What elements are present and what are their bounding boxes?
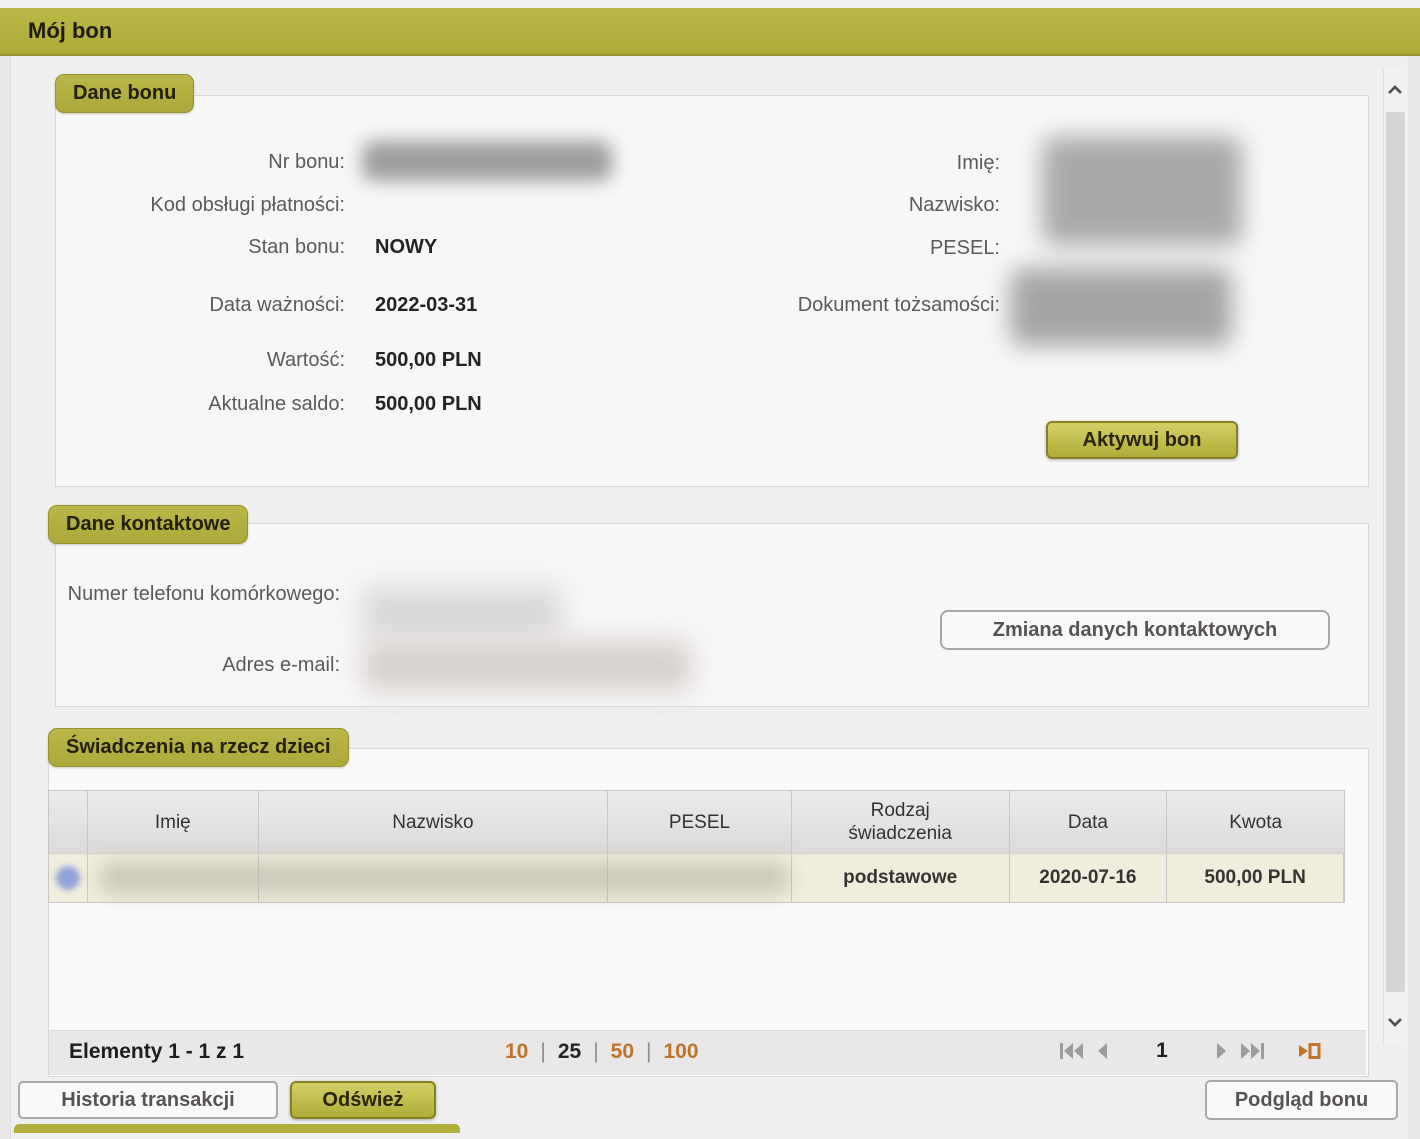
dane-bonu-legend: Dane bonu	[55, 74, 195, 113]
telefon-label: Numer telefonu komórkowego:	[67, 583, 340, 605]
table-header-nazwisko[interactable]: Nazwisko	[259, 791, 609, 853]
row-data-cell: 2020-07-16	[1010, 854, 1168, 902]
zmiana-danych-kontaktowych-button[interactable]: Zmiana danych kontaktowych	[940, 610, 1330, 650]
pesel-label: PESEL:	[929, 236, 1000, 259]
redacted-email	[362, 640, 692, 692]
page-size-separator: |	[593, 1040, 599, 1063]
nr-bonu-label: Nr bonu:	[268, 150, 345, 173]
email-label: Adres e-mail:	[222, 654, 340, 676]
first-page-icon[interactable]	[1057, 1038, 1087, 1064]
page-titlebar: Mój bon	[0, 8, 1420, 56]
page-size-25-active[interactable]: 25	[558, 1040, 581, 1064]
table-header-kwota[interactable]: Kwota	[1167, 791, 1344, 853]
data-waznosci-label: Data ważności:	[209, 293, 345, 316]
field-row-nazwisko: Nazwisko:	[640, 190, 1000, 220]
field-row-aktualne-saldo: Aktualne saldo: 500,00 PLN	[55, 389, 482, 419]
row-details-cell	[49, 854, 88, 902]
table-header-data[interactable]: Data	[1010, 791, 1168, 853]
page-size-separator: |	[646, 1040, 652, 1063]
dane-kontaktowe-legend-label: Dane kontaktowe	[66, 513, 231, 535]
page-size-separator: |	[540, 1040, 546, 1063]
data-waznosci-value: 2022-03-31	[375, 293, 478, 316]
swiadczenia-legend: Świadczenia na rzecz dzieci	[48, 728, 349, 767]
field-row-pesel: PESEL:	[640, 233, 1000, 263]
row-magnifier-icon[interactable]	[55, 866, 80, 890]
nazwisko-label: Nazwisko:	[908, 193, 1000, 216]
table-row[interactable]: podstawowe 2020-07-16 500,00 PLN	[49, 853, 1344, 902]
table-header-imie[interactable]: Imię	[88, 791, 259, 853]
top-strip	[0, 0, 1420, 8]
scrollbar-up-icon[interactable]	[1384, 70, 1406, 110]
pagination-bar: Elementy 1 - 1 z 1 10 | 25 | 50 | 100 1	[49, 1030, 1366, 1075]
wartosc-label: Wartość:	[266, 348, 345, 371]
swiadczenia-table: Imię Nazwisko PESEL Rodzaj świadczenia D…	[48, 790, 1345, 903]
field-row-kod-platnosci: Kod obsługi płatności:	[55, 190, 375, 220]
field-row-data-waznosci: Data ważności: 2022-03-31	[55, 290, 477, 320]
historia-transakcji-button[interactable]: Historia transakcji	[18, 1081, 278, 1119]
redacted-nr-bonu	[362, 141, 612, 181]
stan-bonu-label: Stan bonu:	[248, 235, 345, 258]
page-title: Mój bon	[28, 18, 113, 43]
aktualne-saldo-value: 500,00 PLN	[375, 392, 482, 415]
current-page-number: 1	[1156, 1039, 1168, 1062]
odswiez-button[interactable]: Odśwież	[290, 1081, 436, 1119]
kod-platnosci-label: Kod obsługi płatności:	[150, 193, 345, 216]
aktywuj-bon-button[interactable]: Aktywuj bon	[1046, 421, 1238, 459]
field-row-imie: Imię:	[640, 148, 1000, 178]
last-page-icon[interactable]	[1237, 1038, 1267, 1064]
scrollbar-down-icon[interactable]	[1384, 1002, 1406, 1042]
previous-page-icon[interactable]	[1087, 1038, 1117, 1064]
redacted-imie-nazwisko-pesel	[1042, 137, 1242, 245]
redacted-dokument	[1010, 268, 1232, 346]
scrollbar-thumb[interactable]	[1386, 112, 1405, 992]
go-to-page-icon[interactable]	[1295, 1038, 1325, 1064]
table-header-icon-col	[49, 791, 88, 853]
pagination-summary: Elementy 1 - 1 z 1	[69, 1040, 245, 1063]
row-rodzaj-cell: podstawowe	[792, 854, 1010, 902]
page-size-selector: 10 | 25 | 50 | 100	[505, 1040, 699, 1064]
field-row-dokument: Dokument tożsamości:	[640, 290, 1000, 320]
dane-kontaktowe-legend: Dane kontaktowe	[48, 505, 249, 544]
swiadczenia-legend-label: Świadczenia na rzecz dzieci	[66, 736, 331, 758]
next-page-icon[interactable]	[1207, 1038, 1237, 1064]
aktualne-saldo-label: Aktualne saldo:	[208, 392, 345, 415]
stan-bonu-value: NOWY	[375, 235, 438, 258]
page-size-10[interactable]: 10	[505, 1040, 528, 1064]
field-row-nr-bonu: Nr bonu:	[55, 147, 375, 177]
pagination-nav: 1	[1057, 1038, 1325, 1064]
field-row-stan-bonu: Stan bonu: NOWY	[55, 232, 437, 262]
redacted-telefon	[362, 586, 562, 638]
page-size-100[interactable]: 100	[663, 1040, 698, 1064]
field-row-wartosc: Wartość: 500,00 PLN	[55, 345, 482, 375]
dane-bonu-legend-label: Dane bonu	[73, 82, 177, 104]
table-header-pesel[interactable]: PESEL	[608, 791, 792, 853]
table-header-row: Imię Nazwisko PESEL Rodzaj świadczenia D…	[49, 791, 1344, 853]
row-kwota-cell: 500,00 PLN	[1167, 854, 1344, 902]
wartosc-value: 500,00 PLN	[375, 348, 482, 371]
redacted-row-values	[99, 863, 789, 893]
next-section-tab-edge	[14, 1124, 460, 1133]
imie-label: Imię:	[956, 151, 1000, 174]
table-header-rodzaj[interactable]: Rodzaj świadczenia	[792, 791, 1010, 853]
podglad-bonu-button[interactable]: Podgląd bonu	[1205, 1080, 1398, 1120]
dokument-label: Dokument tożsamości:	[797, 293, 1000, 316]
page-size-50[interactable]: 50	[611, 1040, 634, 1064]
